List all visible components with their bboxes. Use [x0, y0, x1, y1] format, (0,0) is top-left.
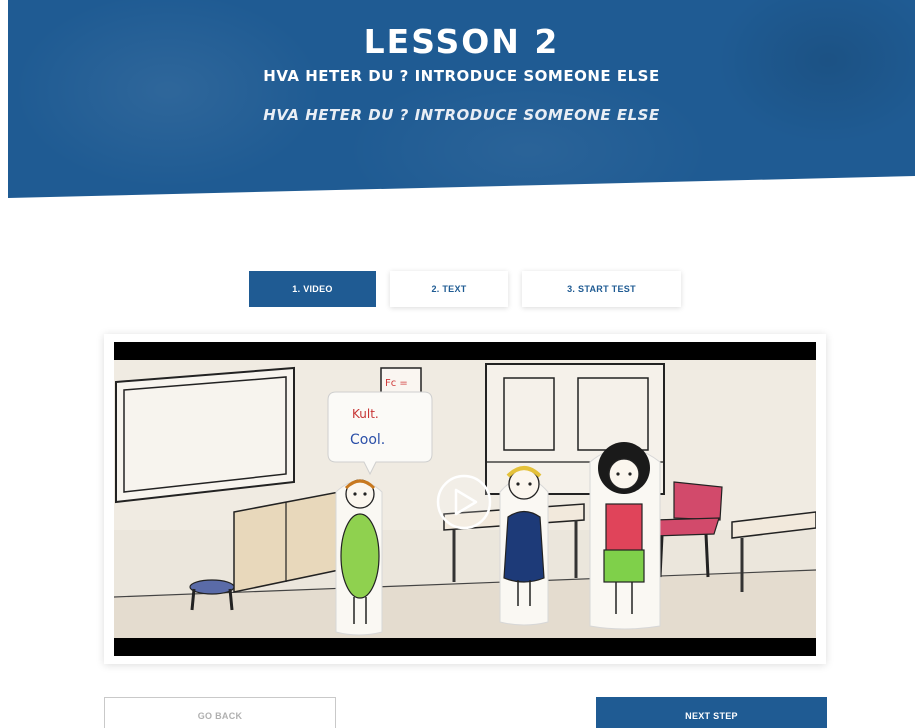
lesson-title: LESSON 2	[363, 22, 560, 61]
speech-line-kult: Kult.	[352, 407, 379, 421]
tab-text[interactable]: 2. TEXT	[390, 271, 508, 307]
lesson-hero-banner: LESSON 2 HVA HETER DU ? INTRODUCE SOMEON…	[8, 0, 915, 198]
character-blue-dress	[499, 466, 549, 626]
lesson-subtitle: HVA HETER DU ? INTRODUCE SOMEONE ELSE	[263, 67, 660, 85]
speech-line-cool: Cool.	[350, 432, 385, 448]
video-thumbnail: Fc = Ø	[114, 360, 816, 638]
tab-video[interactable]: 1. VIDEO	[249, 271, 376, 307]
play-icon[interactable]	[436, 474, 492, 530]
video-card: Fc = Ø	[104, 334, 826, 664]
lesson-subtitle-italic: HVA HETER DU ? INTRODUCE SOMEONE ELSE	[263, 106, 660, 124]
poster-line-1: Fc =	[385, 378, 408, 389]
character-green-dress	[335, 479, 383, 636]
video-player[interactable]: Fc = Ø	[114, 342, 816, 656]
character-curly-hair	[589, 442, 661, 630]
go-back-button[interactable]: GO BACK	[104, 697, 336, 728]
tab-start-test[interactable]: 3. START TEST	[522, 271, 681, 307]
next-step-button[interactable]: NEXT STEP	[596, 697, 827, 728]
